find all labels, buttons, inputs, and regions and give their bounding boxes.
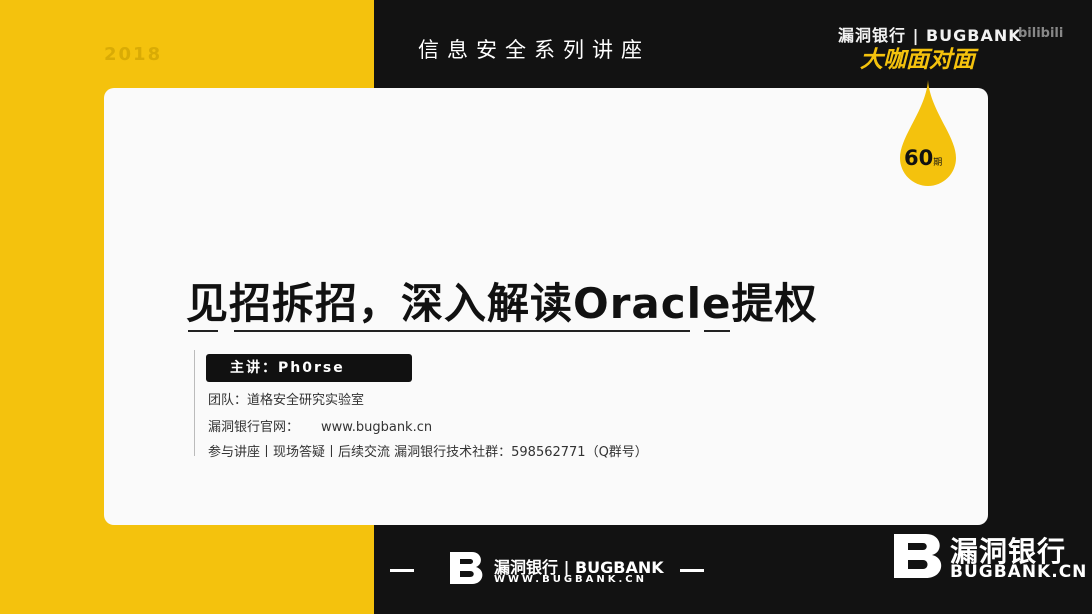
episode-number: 60 (904, 146, 934, 170)
show-name-label: 大咖面对面 (860, 47, 975, 73)
presenter-label: 主讲：Ph0rse (206, 354, 412, 382)
footer-dash-right (680, 569, 704, 572)
website-label: 漏洞银行官网： (208, 420, 300, 435)
bilibili-watermark: bilibili (1018, 26, 1064, 41)
corner-brand-url: BUGBANK.CN (950, 562, 1088, 582)
episode-unit: 期 (933, 158, 943, 168)
website-row: 漏洞银行官网： www.bugbank.cn (208, 416, 432, 435)
title-rule-main (234, 330, 690, 332)
team-label: 团队：道格安全研究实验室 (208, 393, 365, 408)
lecture-title: 见招拆招，深入解读Oracle提权 (186, 279, 818, 328)
community-info: 参与讲座丨现场答疑丨后续交流 漏洞银行技术社群：598562771（Q群号） (208, 445, 648, 460)
bugbank-corner-logo-icon (894, 534, 942, 578)
website-url[interactable]: www.bugbank.cn (321, 420, 432, 435)
episode-drop-icon (900, 80, 956, 186)
title-rule-right (704, 330, 730, 332)
footer-dash-left (390, 569, 414, 572)
episode-badge: 60期 (904, 146, 942, 170)
series-title: 信息安全系列讲座 (418, 38, 650, 62)
title-rule-left (188, 330, 218, 332)
footer-brand-url: WWW.BUGBANK.CN (494, 574, 648, 585)
bugbank-b-logo-icon (450, 552, 483, 584)
year-label: 2018 (104, 44, 163, 65)
info-divider (194, 350, 195, 456)
